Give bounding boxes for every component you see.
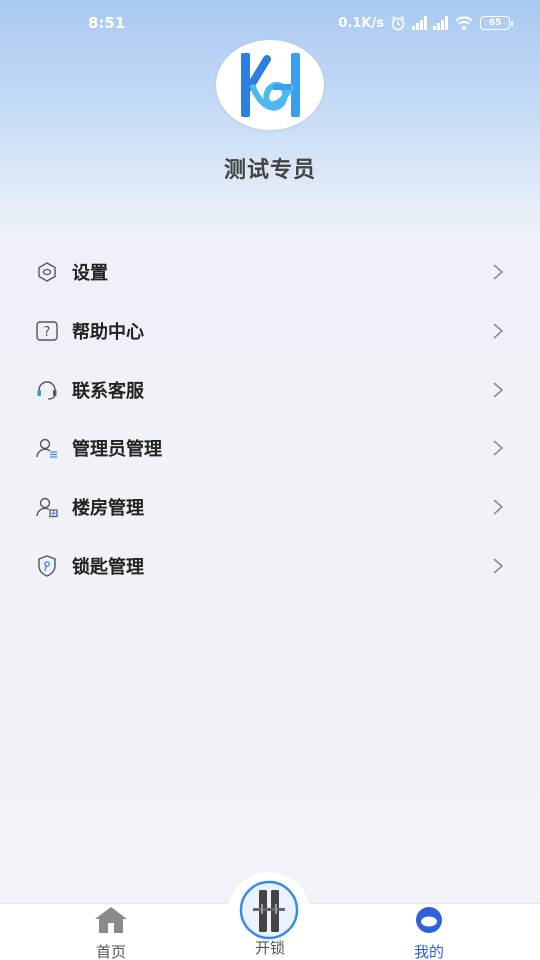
signal-hd-icon bbox=[433, 16, 448, 30]
chevron-right-icon bbox=[493, 382, 504, 398]
key-shield-icon bbox=[34, 553, 60, 579]
profile-header: 测试专员 bbox=[0, 40, 540, 184]
menu-item-help-center[interactable]: ? 帮助中心 bbox=[0, 302, 540, 361]
menu-item-key-management[interactable]: 锁匙管理 bbox=[0, 536, 540, 595]
status-right: 0.1K/s 65 bbox=[338, 15, 513, 31]
alarm-icon bbox=[391, 15, 405, 31]
chevron-right-icon bbox=[493, 440, 504, 456]
tab-mine[interactable]: 我的 bbox=[369, 904, 489, 960]
menu-item-label: 帮助中心 bbox=[72, 322, 144, 344]
help-question-icon: ? bbox=[34, 318, 60, 344]
tab-home[interactable]: 首页 bbox=[51, 904, 171, 960]
tab-mine-label: 我的 bbox=[413, 943, 444, 960]
tab-home-label: 首页 bbox=[95, 943, 126, 960]
svg-text:?: ? bbox=[44, 325, 51, 340]
home-icon bbox=[95, 907, 127, 933]
battery-icon: 65 bbox=[480, 16, 513, 30]
chevron-right-icon bbox=[493, 264, 504, 280]
menu-list: 设置 ? 帮助中心 联系客服 管理员管理 楼房管理 锁匙管理 bbox=[0, 243, 540, 595]
menu-item-label: 设置 bbox=[72, 263, 108, 285]
wifi-icon bbox=[455, 16, 473, 30]
menu-item-label: 锁匙管理 bbox=[72, 556, 144, 578]
avatar[interactable] bbox=[216, 40, 324, 130]
headset-icon bbox=[34, 377, 60, 403]
admin-user-icon bbox=[34, 435, 60, 461]
menu-item-admin-management[interactable]: 管理员管理 bbox=[0, 419, 540, 478]
menu-item-customer-service[interactable]: 联系客服 bbox=[0, 360, 540, 419]
menu-item-settings[interactable]: 设置 bbox=[0, 243, 540, 302]
menu-item-building-management[interactable]: 楼房管理 bbox=[0, 478, 540, 537]
unlock-label: 开锁 bbox=[254, 939, 285, 957]
signal-hd-icon bbox=[412, 16, 427, 30]
network-speed: 0.1K/s bbox=[338, 15, 384, 31]
settings-hexagon-icon bbox=[34, 259, 60, 285]
menu-item-label: 联系客服 bbox=[72, 380, 144, 402]
kh-logo bbox=[241, 53, 300, 117]
building-user-icon bbox=[34, 494, 60, 520]
door-lock-icon bbox=[239, 880, 299, 940]
user-face-icon bbox=[416, 907, 442, 933]
user-name: 测试专员 bbox=[223, 158, 316, 183]
menu-item-label: 管理员管理 bbox=[72, 439, 162, 461]
chevron-right-icon bbox=[493, 323, 504, 339]
chevron-right-icon bbox=[493, 499, 504, 515]
battery-level: 65 bbox=[488, 18, 502, 28]
status-time: 8:51 bbox=[88, 14, 126, 32]
menu-item-label: 楼房管理 bbox=[72, 498, 144, 520]
chevron-right-icon bbox=[493, 558, 504, 574]
